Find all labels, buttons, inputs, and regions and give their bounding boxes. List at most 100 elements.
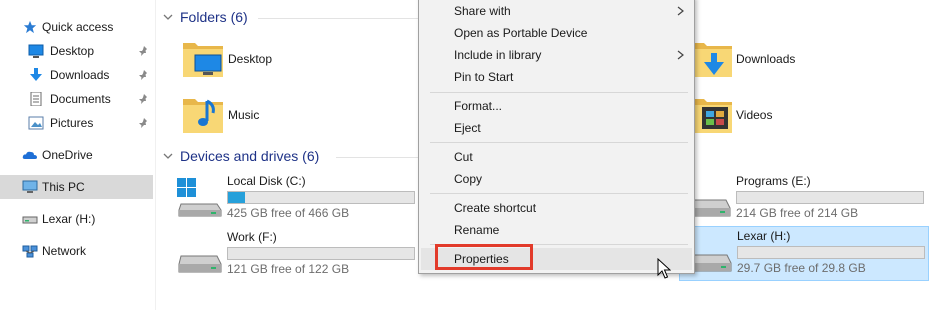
music-folder-icon [183, 99, 223, 133]
folder-tile-desktop[interactable]: Desktop [181, 37, 291, 81]
menu-item-open-as-portable-device[interactable]: Open as Portable Device [421, 22, 692, 44]
menu-item-label: Share with [454, 4, 511, 18]
mouse-pointer-icon [657, 258, 671, 279]
nav-label: Documents [50, 92, 111, 106]
menu-separator [430, 92, 688, 93]
nav-label: Pictures [50, 116, 94, 130]
drive-name: Lexar (H:) [737, 229, 791, 243]
menu-item-share-with[interactable]: Share with [421, 0, 692, 22]
menu-item-include-in-library[interactable]: Include in library [421, 44, 692, 66]
folder-name: Videos [736, 108, 773, 122]
nav-label: Downloads [50, 68, 110, 82]
drive-usage-bar [227, 191, 415, 204]
drive-usage-bar [227, 247, 415, 260]
star-icon [23, 20, 37, 34]
nav-item-this-pc[interactable]: This PC [0, 175, 153, 199]
drive-free-space: 214 GB free of 214 GB [736, 206, 859, 220]
pin-icon[interactable] [138, 117, 150, 129]
menu-item-cut[interactable]: Cut [421, 146, 692, 168]
menu-item-label: Cut [454, 150, 473, 164]
menu-item-eject[interactable]: Eject [421, 117, 692, 139]
drive-usage-fill [228, 192, 245, 203]
pin-icon[interactable] [138, 93, 150, 105]
documents-icon [30, 92, 42, 106]
drive-tile-e[interactable]: Programs (E:) 214 GB free of 214 GB [686, 172, 926, 226]
menu-item-label: Copy [454, 172, 483, 186]
pin-icon[interactable] [138, 69, 150, 81]
pane-divider[interactable] [155, 0, 156, 310]
drive-free-space: 121 GB free of 122 GB [227, 262, 350, 276]
computer-icon [22, 180, 38, 193]
nav-label: Desktop [50, 44, 95, 58]
drive-usage-bar [736, 191, 924, 204]
nav-item-downloads[interactable]: Downloads [0, 63, 153, 87]
menu-item-create-shortcut[interactable]: Create shortcut [421, 197, 692, 219]
nav-label: OneDrive [42, 148, 93, 162]
folders-group-header[interactable]: Folders (6) [162, 9, 248, 25]
drive-free-space: 425 GB free of 466 GB [227, 206, 350, 220]
chevron-down-icon [163, 153, 173, 159]
nav-item-pictures[interactable]: Pictures [0, 111, 153, 135]
nav-label: This PC [42, 180, 85, 194]
menu-item-label: Format... [454, 99, 503, 113]
folder-name: Downloads [736, 52, 796, 66]
nav-label: Quick access [42, 20, 114, 34]
drive-tile-h[interactable]: Lexar (H:) 29.7 GB free of 29.8 GB [679, 226, 929, 281]
folder-name: Music [228, 108, 260, 122]
videos-folder-icon [692, 99, 732, 133]
drive-free-space: 29.7 GB free of 29.8 GB [737, 261, 866, 275]
usb-drive-icon [22, 216, 38, 224]
desktop-folder-icon [183, 43, 223, 77]
navigation-pane: Quick access Desktop Downloads Documents… [0, 0, 156, 310]
hard-disk-icon [178, 255, 222, 273]
nav-item-onedrive[interactable]: OneDrive [0, 143, 153, 167]
pictures-icon [28, 116, 44, 130]
chevron-right-icon [677, 6, 684, 16]
menu-item-copy[interactable]: Copy [421, 168, 692, 190]
properties-highlight-box [435, 244, 533, 270]
menu-item-label: Include in library [454, 48, 542, 62]
nav-quick-access[interactable]: Quick access [0, 15, 153, 39]
menu-item-format[interactable]: Format... [421, 95, 692, 117]
folder-tile-downloads[interactable]: Downloads [690, 37, 810, 81]
menu-item-rename[interactable]: Rename [421, 219, 692, 241]
folder-name: Desktop [228, 52, 273, 66]
group-divider [258, 18, 418, 19]
menu-item-label: Create shortcut [454, 201, 537, 215]
nav-item-network[interactable]: Network [0, 239, 153, 263]
windows-disk-icon [177, 178, 222, 217]
nav-label: Network [42, 244, 87, 258]
drive-name: Programs (E:) [736, 174, 811, 188]
drive-tile-f[interactable]: Work (F:) 121 GB free of 122 GB [177, 228, 419, 282]
nav-item-desktop[interactable]: Desktop [0, 39, 153, 63]
group-title: Devices and drives (6) [180, 148, 320, 164]
downloads-folder-icon [692, 43, 732, 77]
chevron-right-icon [677, 50, 684, 60]
devices-group-header[interactable]: Devices and drives (6) [162, 148, 319, 164]
menu-item-label: Eject [454, 121, 481, 135]
drive-tile-c[interactable]: Local Disk (C:) 425 GB free of 466 GB [177, 172, 419, 226]
group-title: Folders (6) [180, 9, 248, 25]
drive-name: Work (F:) [227, 230, 277, 244]
cloud-icon [22, 151, 37, 159]
drive-usage-bar [737, 246, 925, 259]
group-divider [336, 157, 418, 158]
drive-name: Local Disk (C:) [227, 174, 306, 188]
nav-label: Lexar (H:) [42, 212, 96, 226]
downloads-icon [30, 68, 42, 81]
desktop-icon [28, 44, 44, 58]
pin-icon[interactable] [138, 45, 150, 57]
chevron-down-icon [163, 14, 173, 20]
menu-item-label: Pin to Start [454, 70, 514, 84]
menu-separator [430, 193, 688, 194]
nav-item-lexar[interactable]: Lexar (H:) [0, 207, 153, 231]
context-menu: Share with Open as Portable Device Inclu… [418, 0, 695, 274]
folder-tile-videos[interactable]: Videos [690, 93, 810, 137]
menu-item-pin-to-start[interactable]: Pin to Start [421, 66, 692, 88]
network-icon [22, 245, 38, 258]
folder-tile-music[interactable]: Music [181, 93, 291, 137]
menu-separator [430, 142, 688, 143]
menu-item-label: Open as Portable Device [454, 26, 588, 40]
menu-item-label: Rename [454, 223, 500, 237]
nav-item-documents[interactable]: Documents [0, 87, 153, 111]
